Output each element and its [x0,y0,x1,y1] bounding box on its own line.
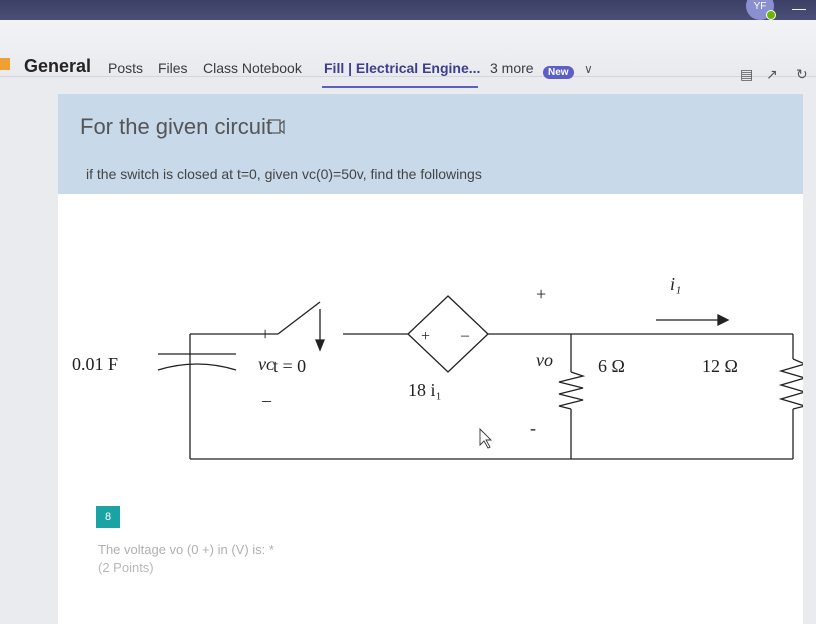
title-bar: YF — [0,0,816,20]
resistor-12-label: 12 Ω [702,356,738,376]
team-color-accent [0,58,10,70]
chevron-down-icon[interactable]: ∨ [584,62,593,76]
circuit-diagram: t = 0 18 i₁ 0.01 F vᴄ + – vo + - 6 Ω 12 … [72,274,803,460]
form-card: For the given circuit if the switch is c… [58,94,803,624]
resistor-12-ohm [778,358,803,410]
conversation-icon[interactable]: ▤ [740,66,753,83]
dependent-source-label: 18 i₁ [408,380,442,400]
tab-class-notebook[interactable]: Class Notebook [203,60,302,76]
refresh-icon[interactable]: ↻ [796,66,808,83]
resistor-6-ohm [558,371,586,410]
current-label: i₁ [670,274,681,294]
vc-minus: – [261,390,272,410]
tab-posts[interactable]: Posts [108,60,143,76]
source-minus: – [460,327,470,344]
form-instructions: if the switch is closed at t=0, given vc… [86,166,482,182]
dependent-voltage-source [407,295,489,373]
tab-more[interactable]: 3 more [490,60,534,76]
vo-label: vo [536,350,553,370]
question-points: (2 Points) [98,560,154,575]
tab-files[interactable]: Files [158,60,188,76]
capacitor-plate-bottom [157,363,237,371]
presence-status-dot [766,10,776,20]
vc-label: vᴄ [258,354,275,374]
tab-electrical-engineering-form[interactable]: Fill | Electrical Engine... [324,60,480,76]
channel-name: General [24,56,92,76]
new-badge: New [543,66,574,79]
resistor-6-label: 6 Ω [598,356,625,376]
mouse-cursor-icon [479,427,493,449]
current-arrow-head [717,313,730,327]
vc-plus: + [260,324,270,344]
question-text: The voltage vo (0 +) in (V) is: * [98,542,274,557]
expand-icon[interactable]: ↗ [766,66,778,83]
switch-label: t = 0 [273,356,306,376]
channel-tab-bar: General Posts Files Class Notebook Fill … [0,20,816,88]
vo-minus: - [530,418,536,438]
form-header: For the given circuit if the switch is c… [58,94,803,194]
form-title: For the given circuit [80,114,272,139]
source-plus: + [421,328,430,345]
capacitor-label: 0.01 F [72,354,118,374]
active-tab-indicator [322,86,478,88]
vo-plus: + [536,284,546,304]
switch-blade [277,301,321,335]
immersive-reader-icon[interactable] [268,118,286,136]
switch-arrow-head [315,339,325,352]
question-number-badge: 8 [96,506,120,528]
minimize-icon[interactable]: — [792,0,806,16]
